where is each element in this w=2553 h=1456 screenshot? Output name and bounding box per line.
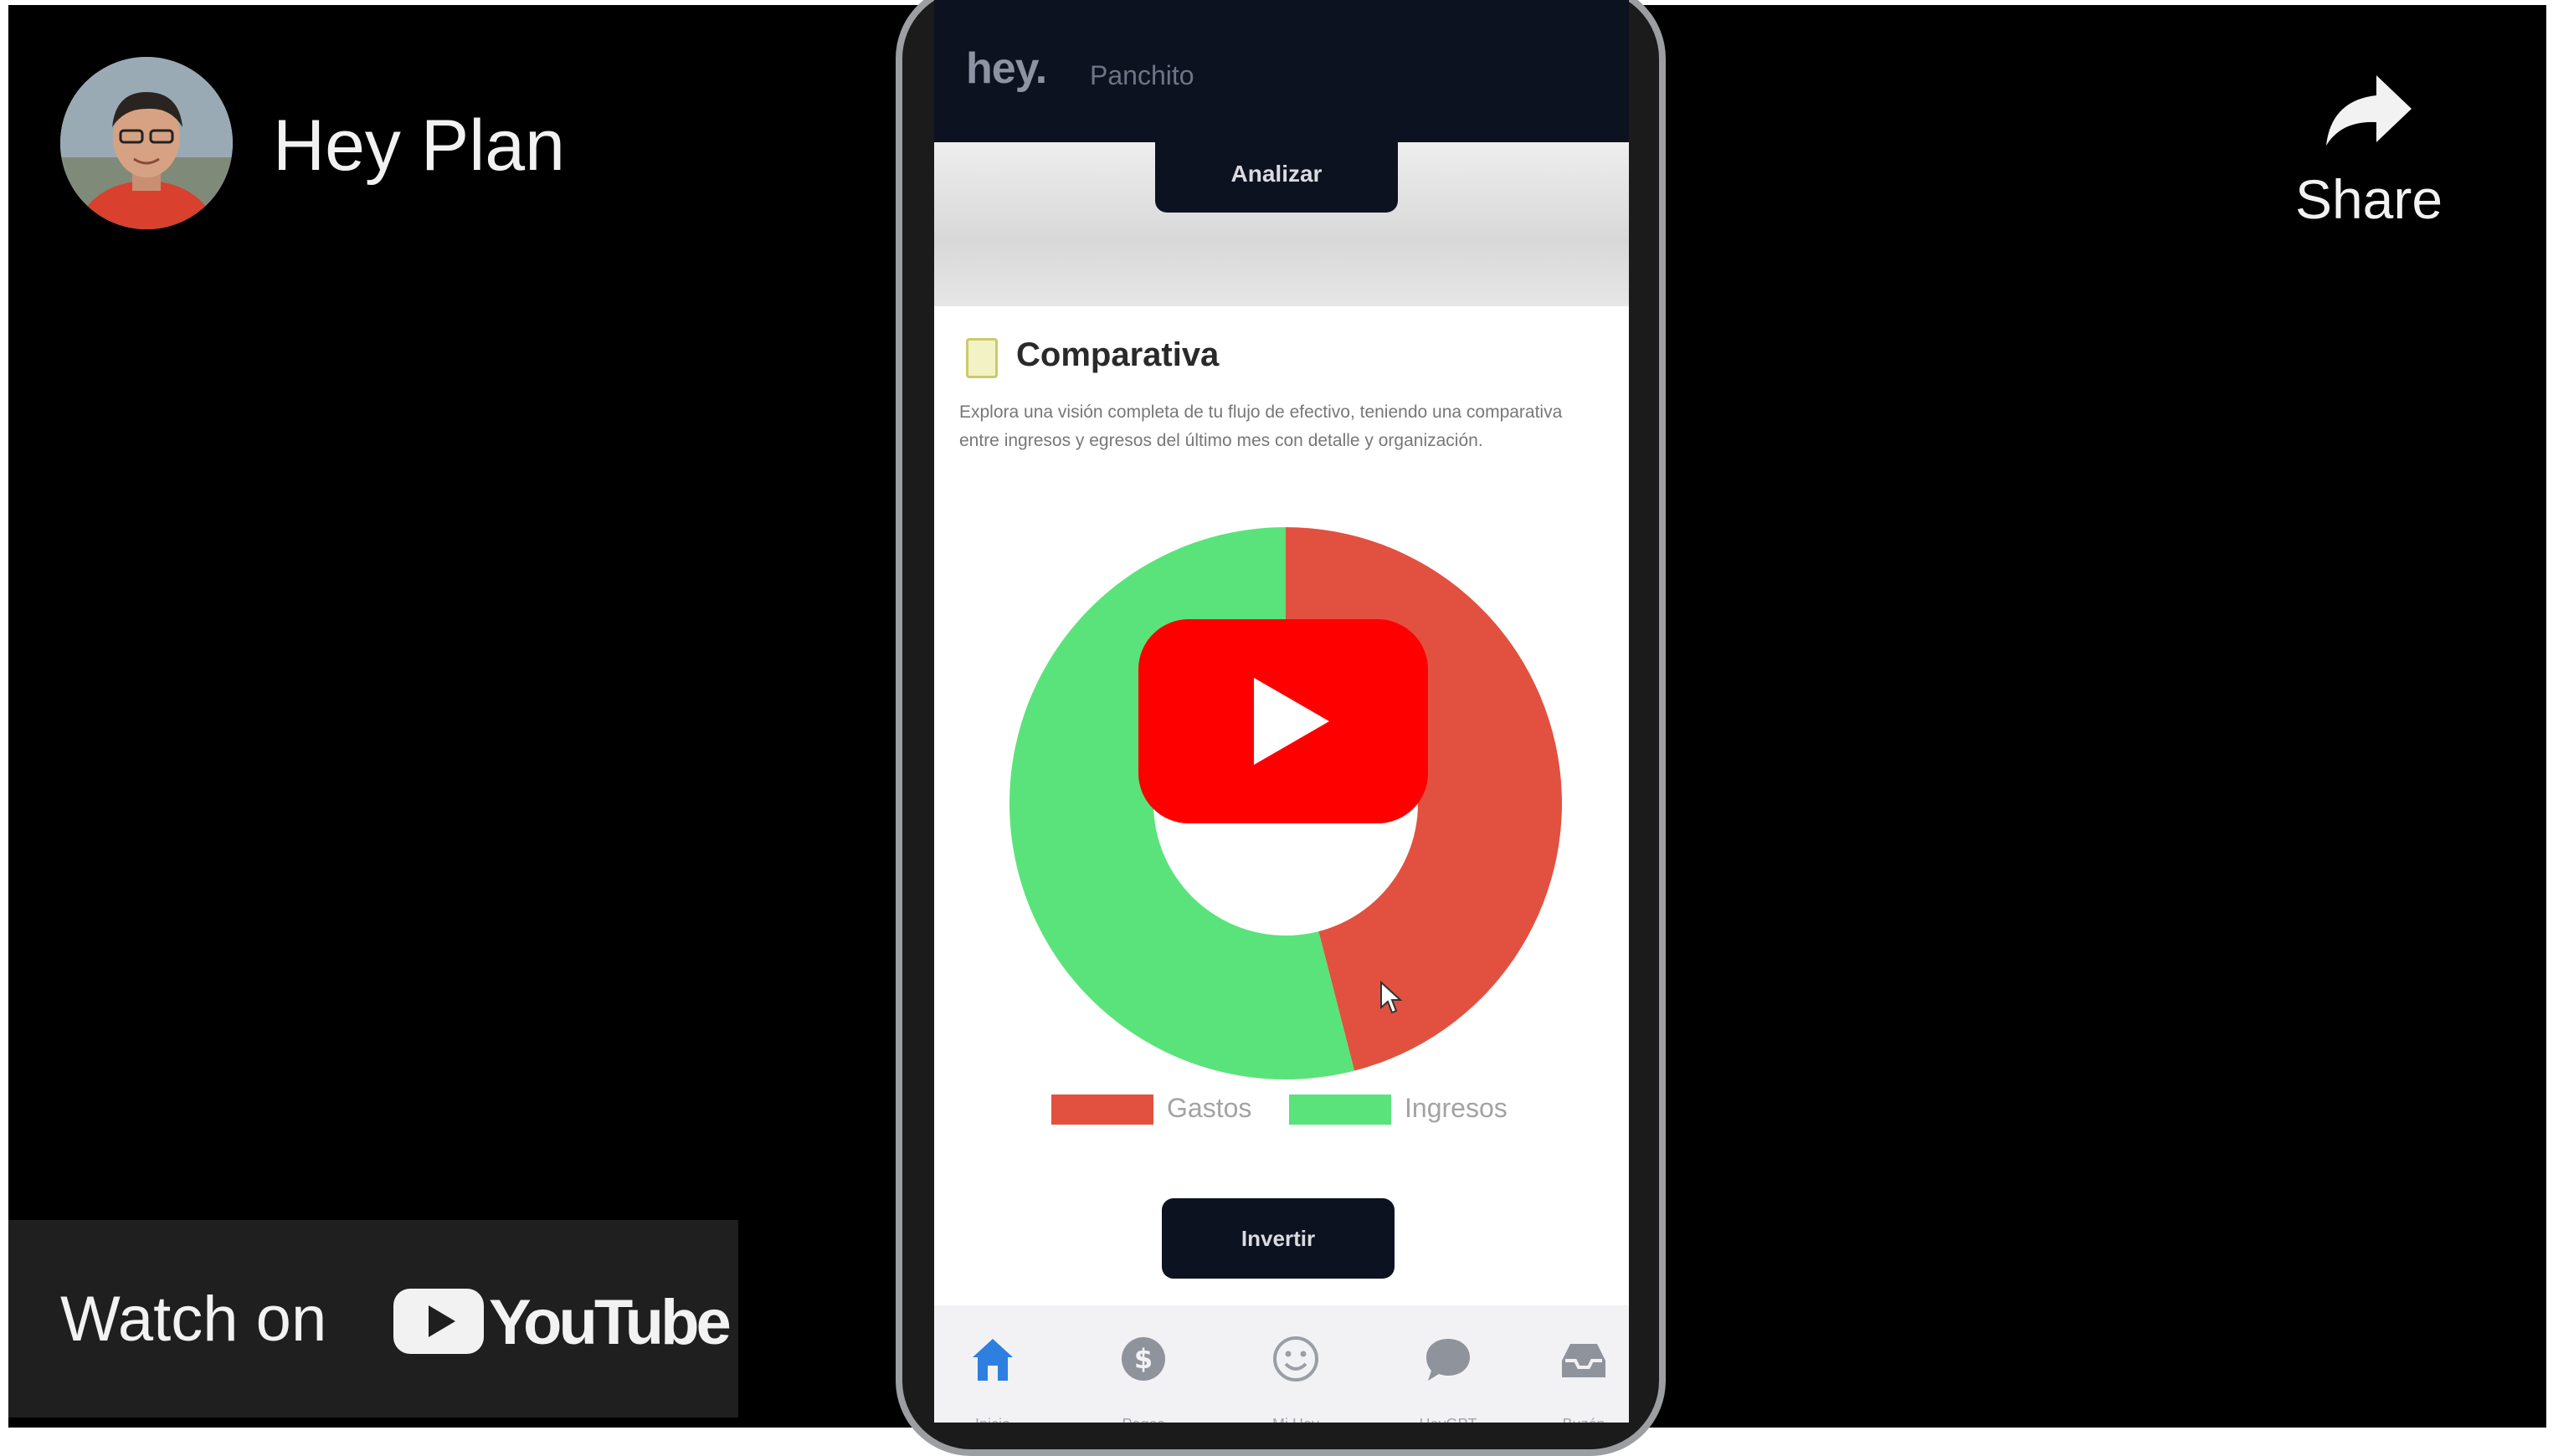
app-logo: hey.: [966, 44, 1047, 93]
avatar-photo: [60, 57, 233, 229]
section-title: Comparativa: [1016, 336, 1220, 373]
section-description: Explora una visión completa de tu flujo …: [959, 402, 1563, 450]
watch-on-youtube-button[interactable]: Watch on YouTube: [8, 1220, 738, 1418]
legend-swatch-ingresos: [1289, 1095, 1391, 1125]
nav-label-mi-hey: Mi Hey: [1237, 1416, 1354, 1423]
bottom-nav: Inicio $ Pagos Mi Hey HeyGPT: [934, 1305, 1629, 1423]
share-label: Share: [2294, 168, 2443, 230]
nav-label-buzon: Buzón: [1525, 1416, 1629, 1423]
youtube-logo: YouTube: [393, 1289, 732, 1358]
analizar-button[interactable]: Analizar: [1155, 136, 1398, 213]
watch-on-label: Watch on: [60, 1284, 327, 1355]
app-user-name: Panchito: [1090, 60, 1194, 90]
youtube-play-button[interactable]: [1138, 619, 1428, 823]
svg-text:$: $: [1134, 1343, 1153, 1375]
channel-avatar[interactable]: [60, 57, 233, 229]
nav-item-inicio[interactable]: Inicio: [934, 1305, 1051, 1423]
legend-label-ingresos: Ingresos: [1405, 1093, 1508, 1123]
share-button[interactable]: Share: [2268, 72, 2469, 273]
home-icon: [973, 1339, 1013, 1381]
smiley-icon: [1273, 1336, 1318, 1382]
channel-title[interactable]: Hey Plan: [273, 104, 565, 187]
chat-bubble-icon: [1426, 1339, 1470, 1381]
comparativa-icon: [966, 338, 998, 378]
share-arrow-icon: [2326, 75, 2412, 146]
nav-item-buzon[interactable]: Buzón: [1525, 1305, 1629, 1423]
nav-item-mi-hey[interactable]: Mi Hey: [1237, 1305, 1354, 1423]
legend-label-gastos: Gastos: [1167, 1093, 1252, 1123]
legend-swatch-gastos: [1051, 1095, 1153, 1125]
mouse-cursor-icon: [1380, 981, 1403, 1014]
dollar-coin-icon: $: [1122, 1337, 1165, 1381]
invertir-button[interactable]: Invertir: [1162, 1198, 1395, 1279]
youtube-wordmark: YouTube: [489, 1287, 732, 1358]
youtube-play-icon: [393, 1289, 484, 1354]
chart-legend: Gastos Ingresos: [1051, 1091, 1554, 1128]
nav-label-heygpt: HeyGPT: [1390, 1416, 1507, 1423]
nav-item-pagos[interactable]: $ Pagos: [1085, 1305, 1202, 1423]
nav-label-pagos: Pagos: [1085, 1416, 1202, 1423]
inbox-icon: [1562, 1344, 1605, 1377]
nav-item-heygpt[interactable]: HeyGPT: [1390, 1305, 1507, 1423]
nav-label-inicio: Inicio: [934, 1416, 1051, 1423]
app-header: hey. Panchito: [934, 0, 1629, 142]
